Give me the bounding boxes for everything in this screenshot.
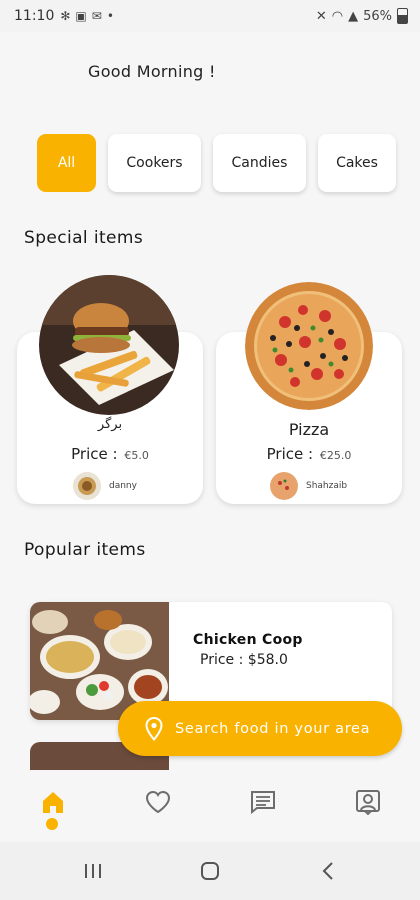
signal-icon: ▲ <box>348 8 359 24</box>
heart-icon[interactable] <box>144 788 172 816</box>
popular-items-title: Popular items <box>24 540 146 560</box>
popular-item-name: Chicken Coop <box>193 632 303 648</box>
category-chip-all[interactable]: All <box>37 134 96 192</box>
item-price: Price : €5.0 <box>17 445 203 463</box>
category-chip-cookers[interactable]: Cookers <box>108 134 201 192</box>
category-chip-candies[interactable]: Candies <box>213 134 306 192</box>
location-pin-icon <box>145 716 163 741</box>
greeting-text: Good Morning ! <box>88 62 216 81</box>
price-label: Price : <box>71 445 118 463</box>
price-label: Price : <box>266 445 314 463</box>
mail-icon: ✉ <box>91 9 102 23</box>
wifi-icon: ◠ <box>331 8 344 24</box>
pizza-image <box>245 282 373 410</box>
mute-icon: ✕ <box>315 8 327 24</box>
price-label: Price : <box>200 652 244 668</box>
home-icon[interactable] <box>39 788 67 816</box>
battery-percent: 56% <box>363 8 392 24</box>
battery-icon <box>397 8 408 24</box>
system-navigation-bar <box>0 842 420 900</box>
seller-info: danny <box>73 472 137 500</box>
gallery-icon: ▣ <box>75 9 87 23</box>
seller-avatar <box>270 472 298 500</box>
status-bar: 11:10 ✻ ▣ ✉ • ✕ ◠ ▲ 56% <box>0 0 420 32</box>
popular-item-price: Price : $58.0 <box>200 652 288 668</box>
chat-icon[interactable] <box>249 788 277 816</box>
back-icon[interactable] <box>316 859 340 883</box>
search-area-button[interactable]: Search food in your area <box>118 701 402 756</box>
item-price: Price : €25.0 <box>216 445 402 463</box>
special-items-title: Special items <box>24 228 144 248</box>
seller-avatar <box>73 472 101 500</box>
search-area-label: Search food in your area <box>175 720 371 737</box>
category-chip-cakes[interactable]: Cakes <box>318 134 396 192</box>
seller-name: Shahzaib <box>306 481 348 491</box>
category-filter-bar: All Cookers Candies Cakes <box>37 134 396 192</box>
seller-name: danny <box>109 481 137 491</box>
dot-icon: • <box>106 9 114 23</box>
pinwheel-icon: ✻ <box>60 9 71 23</box>
profile-icon[interactable] <box>354 788 382 816</box>
recents-icon[interactable] <box>81 859 105 883</box>
item-name: برگر <box>97 417 123 432</box>
status-time: 11:10 <box>14 8 55 24</box>
seller-info: Shahzaib <box>270 472 347 500</box>
active-indicator-dot <box>46 818 58 830</box>
system-icons: ✕ ◠ ▲ 56% <box>316 0 408 32</box>
price-value: €5.0 <box>124 449 149 462</box>
price-value: €25.0 <box>319 449 352 462</box>
home-button-icon[interactable] <box>198 859 222 883</box>
burger-image <box>39 275 179 415</box>
price-value: $58.0 <box>247 652 288 668</box>
item-name: Pizza <box>288 420 330 439</box>
notification-icons: ✻ ▣ ✉ • <box>60 9 114 23</box>
bottom-navigation <box>0 770 420 842</box>
